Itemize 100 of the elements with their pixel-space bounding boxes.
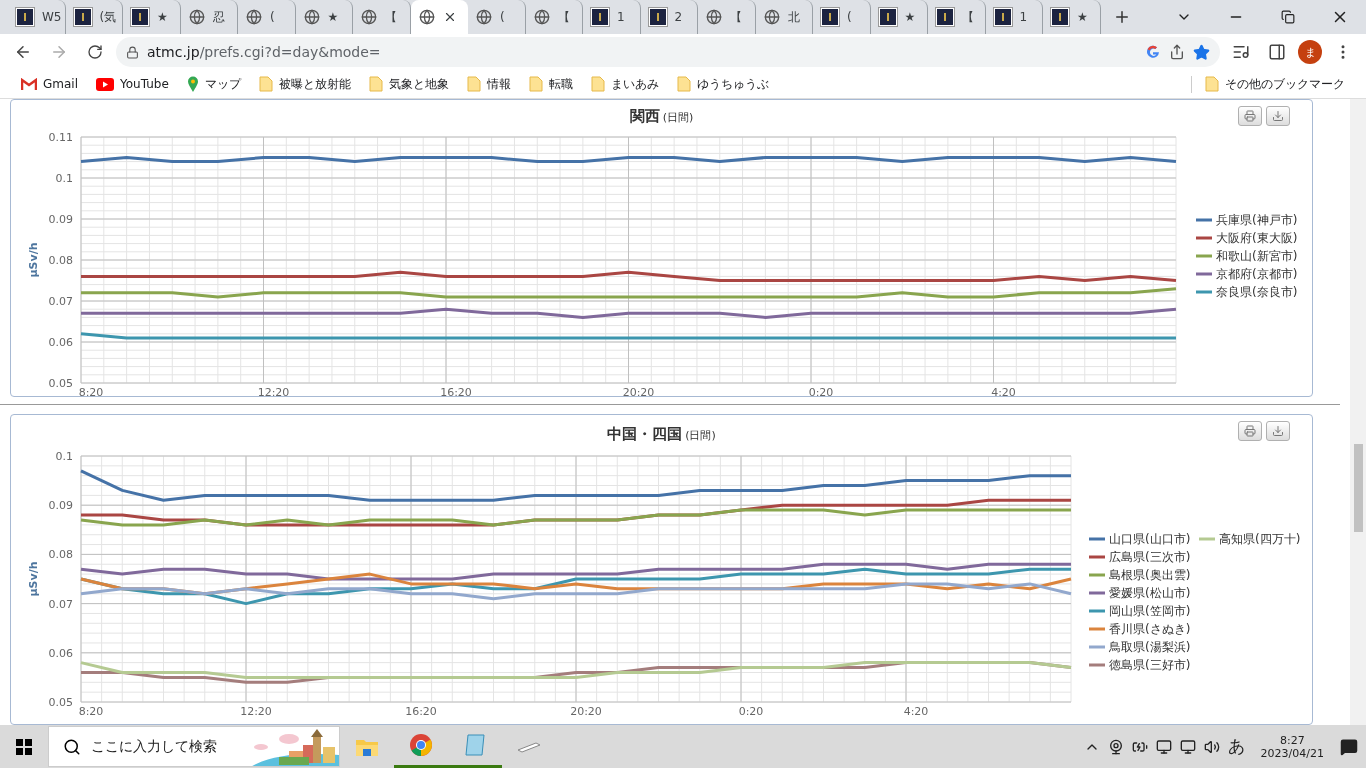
browser-icon[interactable] bbox=[409, 733, 433, 757]
legend-item[interactable]: 高知県(四万十) bbox=[1199, 532, 1301, 546]
site-icon bbox=[16, 8, 34, 26]
legend-item[interactable]: 大阪府(東大阪) bbox=[1196, 231, 1298, 245]
bookmark-link[interactable]: YouTube bbox=[87, 77, 178, 91]
bookmark-link[interactable]: マップ bbox=[177, 75, 250, 93]
tab-title: W5 bbox=[42, 10, 62, 24]
legend-item[interactable]: 岡山県(笠岡市) bbox=[1089, 604, 1191, 618]
folder-icon bbox=[368, 76, 383, 92]
legend-item[interactable]: 愛媛県(松山市) bbox=[1089, 586, 1191, 600]
play-icon bbox=[96, 77, 114, 91]
windows-logo-icon[interactable] bbox=[16, 738, 32, 755]
site-icon bbox=[648, 8, 667, 26]
printer-icon bbox=[1244, 110, 1256, 122]
bookmark-link[interactable]: まいあみ bbox=[581, 75, 668, 93]
legend-label: 島根県(奥出雲) bbox=[1109, 568, 1191, 582]
taskbar-search-field[interactable]: ここに入力して検索 bbox=[48, 726, 340, 767]
tick-label: 0.06 bbox=[48, 336, 73, 349]
globe-icon bbox=[706, 9, 722, 25]
tick-label: 4:20 bbox=[991, 386, 1016, 399]
globe-icon bbox=[533, 9, 550, 25]
tab-title: 1 bbox=[617, 10, 625, 24]
tab-title: (気 bbox=[99, 8, 117, 26]
bookmark-link[interactable]: 気象と地象 bbox=[359, 75, 458, 93]
tick-label: 0:20 bbox=[808, 386, 834, 399]
legend-item[interactable]: 奈良県(奈良市) bbox=[1196, 285, 1298, 299]
bookmark-link[interactable]: 被曝と放射能 bbox=[249, 75, 360, 93]
legend-item[interactable]: 山口県(山口市) bbox=[1089, 532, 1191, 546]
search-icon bbox=[63, 737, 81, 756]
globe-icon bbox=[303, 9, 320, 25]
printer-icon bbox=[1244, 425, 1256, 437]
legend-item[interactable]: 兵庫県(神戸市) bbox=[1196, 213, 1298, 227]
tick-label: 0:20 bbox=[738, 705, 764, 718]
notification-icon[interactable] bbox=[1340, 737, 1358, 756]
folder-icon bbox=[590, 76, 605, 92]
tick-label: 0.1 bbox=[55, 172, 73, 185]
webcam-icon[interactable] bbox=[1107, 738, 1124, 755]
star-icon[interactable] bbox=[1193, 43, 1210, 61]
mail-icon bbox=[21, 78, 37, 90]
tick-label: 0.09 bbox=[48, 213, 73, 226]
tick-label: 8:20 bbox=[78, 705, 104, 718]
tick-label: 0.08 bbox=[48, 254, 73, 267]
bookmark-link[interactable]: その他のブックマーク bbox=[1196, 75, 1354, 93]
tick-label: 0.11 bbox=[48, 131, 73, 144]
tab-title: ★ bbox=[157, 10, 168, 24]
bookmark-link[interactable]: Gmail bbox=[12, 77, 87, 91]
bookmark-link[interactable]: 情報 bbox=[457, 75, 520, 93]
legend-label: 和歌山(新宮市) bbox=[1216, 249, 1298, 263]
tab-title: ( bbox=[270, 10, 275, 24]
legend-label: 広島県(三次市) bbox=[1109, 550, 1191, 564]
address-bar[interactable]: atmc.jp/prefs.cgi?d=day&mode= bbox=[116, 37, 1220, 67]
side-panel-icon[interactable] bbox=[1268, 43, 1286, 61]
legend-label: 愛媛県(松山市) bbox=[1109, 586, 1191, 600]
display-icon[interactable] bbox=[1179, 738, 1196, 755]
restore-icon[interactable] bbox=[1281, 10, 1295, 24]
legend-item[interactable]: 鳥取県(湯梨浜) bbox=[1089, 640, 1191, 654]
lock-icon bbox=[126, 45, 139, 59]
tab-title: 忍 bbox=[212, 8, 225, 26]
tick-label: 0.09 bbox=[48, 499, 73, 513]
tick-label: 0.06 bbox=[48, 646, 73, 660]
tab-title: ★ bbox=[1077, 10, 1088, 24]
scrollbar[interactable] bbox=[1350, 99, 1366, 725]
legend-item[interactable]: 広島県(三次市) bbox=[1089, 550, 1191, 564]
print-button[interactable] bbox=[1238, 106, 1262, 126]
volume-icon[interactable] bbox=[1203, 738, 1220, 755]
legend-item[interactable]: 京都府(京都市) bbox=[1196, 267, 1298, 281]
media-list-icon[interactable] bbox=[1232, 43, 1250, 61]
bookmark-link[interactable]: 転職 bbox=[519, 75, 582, 93]
site-icon bbox=[591, 8, 609, 26]
download-button[interactable] bbox=[1266, 421, 1290, 441]
print-button[interactable] bbox=[1238, 421, 1262, 441]
chart-title: 中国・四国 bbox=[607, 425, 683, 444]
network-icon[interactable] bbox=[1155, 738, 1172, 755]
download-icon bbox=[1272, 110, 1284, 122]
tab-title: 【 bbox=[385, 8, 397, 26]
tick-label: 16:20 bbox=[405, 705, 437, 718]
tick-label: 20:20 bbox=[570, 705, 602, 718]
reload-icon[interactable] bbox=[87, 44, 103, 60]
browser-tab[interactable] bbox=[410, 0, 468, 34]
usb-drive-icon[interactable] bbox=[516, 740, 542, 753]
tick-label: 20:20 bbox=[622, 386, 655, 399]
share-icon[interactable] bbox=[1169, 44, 1185, 60]
legend-item[interactable]: 徳島県(三好市) bbox=[1089, 658, 1191, 672]
tab-title: 【 bbox=[557, 8, 570, 26]
download-button[interactable] bbox=[1266, 106, 1290, 126]
site-icon bbox=[131, 8, 149, 26]
legend-item[interactable]: 島根県(奥出雲) bbox=[1089, 568, 1191, 582]
site-icon bbox=[993, 8, 1012, 26]
ime-indicator[interactable]: あ bbox=[1227, 735, 1245, 758]
tab-title: 1 bbox=[1019, 10, 1028, 24]
globe-icon bbox=[476, 9, 492, 25]
tab-title: 2 bbox=[674, 10, 683, 24]
legend-item[interactable]: 和歌山(新宮市) bbox=[1196, 249, 1298, 263]
tick-label: 0.07 bbox=[48, 295, 73, 308]
google-icon[interactable] bbox=[1145, 44, 1161, 60]
legend-item[interactable]: 香川県(さぬき) bbox=[1089, 622, 1191, 636]
bookmark-link[interactable]: ゆうちゅうぶ bbox=[667, 75, 778, 93]
clock[interactable]: 8:27 2023/04/21 bbox=[1252, 733, 1332, 760]
legend-label: 奈良県(奈良市) bbox=[1216, 285, 1298, 299]
profile-avatar[interactable]: ま bbox=[1298, 40, 1322, 64]
